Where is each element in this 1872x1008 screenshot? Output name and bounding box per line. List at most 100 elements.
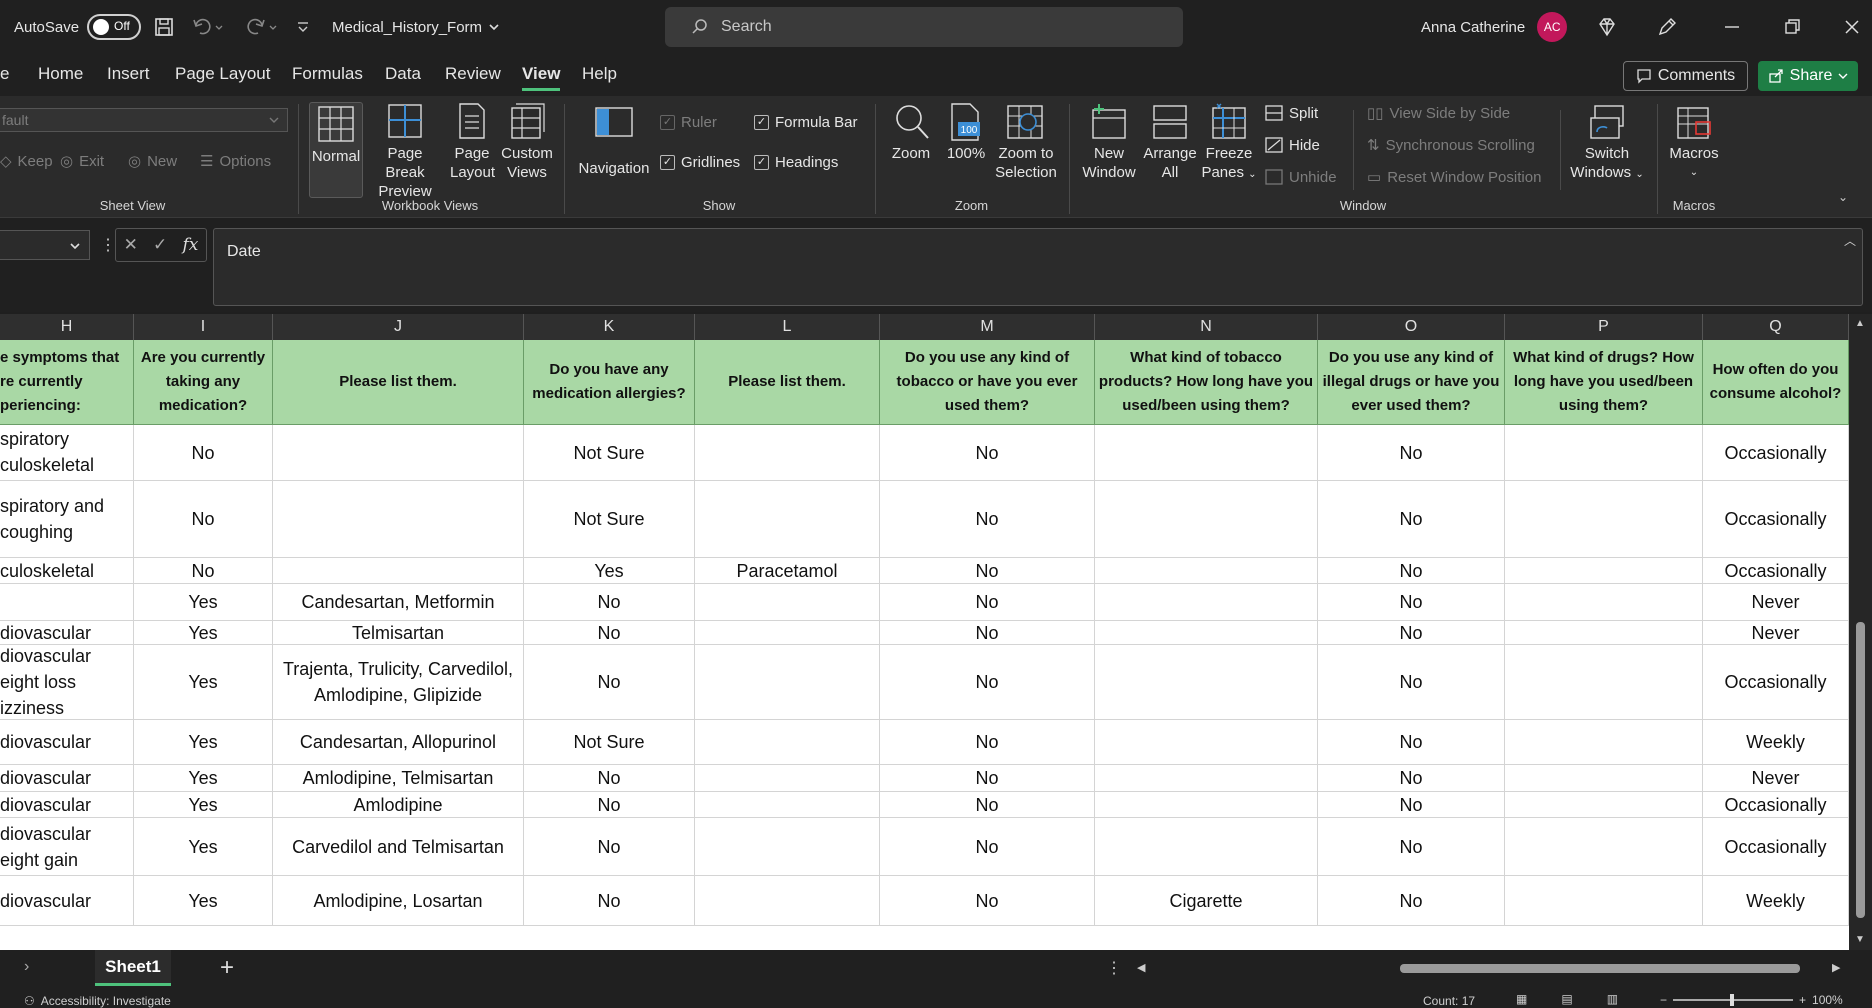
split-button[interactable]: Split [1265, 104, 1318, 122]
table-cell[interactable]: No [1318, 645, 1505, 720]
table-cell[interactable]: Weekly [1703, 876, 1849, 926]
table-cell[interactable]: No [880, 720, 1095, 765]
table-cell[interactable]: Occasionally [1703, 425, 1849, 481]
table-cell[interactable]: No [1318, 584, 1505, 621]
table-cell[interactable]: Weekly [1703, 720, 1849, 765]
exit-button[interactable]: ◎ Exit [60, 152, 104, 171]
customize-toolbar-icon[interactable] [296, 17, 310, 37]
table-cell[interactable]: Occasionally [1703, 645, 1849, 720]
comments-button[interactable]: Comments [1623, 61, 1748, 91]
table-cell[interactable] [1505, 792, 1703, 818]
file-name-dropdown[interactable]: Medical_History_Form [332, 0, 500, 54]
tab-data[interactable]: Data [385, 64, 421, 84]
table-cell[interactable]: Not Sure [524, 481, 695, 558]
tab-file[interactable]: e [0, 64, 9, 84]
scroll-left-icon[interactable]: ◀ [1137, 961, 1145, 974]
tab-view[interactable]: View [522, 64, 561, 91]
close-icon[interactable] [1842, 17, 1862, 37]
table-cell[interactable] [695, 792, 880, 818]
table-cell[interactable]: Yes [134, 792, 273, 818]
view-side-by-side-button[interactable]: ▯▯ View Side by Side [1367, 104, 1510, 123]
sheet-tab-sheet1[interactable]: Sheet1 [95, 950, 171, 986]
horizontal-scrollbar[interactable]: ◀ ▶ [1135, 958, 1845, 980]
table-cell[interactable]: Amlodipine, Telmisartan [273, 765, 524, 792]
table-cell[interactable]: diovascular [0, 621, 134, 645]
navigation-button[interactable]: Navigation [574, 102, 654, 178]
column-header-l[interactable]: L [695, 314, 880, 340]
more-icon[interactable]: ⋮ [1106, 958, 1122, 978]
table-cell[interactable]: No [524, 645, 695, 720]
options-button[interactable]: ☰ Options [200, 152, 271, 171]
table-cell[interactable]: No [134, 558, 273, 584]
table-cell[interactable]: No [880, 621, 1095, 645]
share-button[interactable]: Share [1758, 61, 1858, 91]
zoom-button[interactable]: Zoom [884, 102, 938, 163]
header-cell[interactable]: How often do you consume alcohol? [1703, 340, 1849, 425]
page-break-preview-button[interactable]: Page Break Preview [366, 102, 444, 201]
save-icon[interactable] [154, 17, 174, 37]
table-cell[interactable] [273, 425, 524, 481]
table-cell[interactable]: No [880, 876, 1095, 926]
column-header-n[interactable]: N [1095, 314, 1318, 340]
table-cell[interactable] [695, 720, 880, 765]
table-cell[interactable]: No [524, 621, 695, 645]
macros-button[interactable]: Macros ⌄ [1666, 102, 1722, 182]
table-cell[interactable]: Never [1703, 621, 1849, 645]
vertical-scroll-thumb[interactable] [1856, 622, 1865, 918]
collapse-ribbon-icon[interactable]: ⌄ [1838, 190, 1848, 204]
diamond-icon[interactable] [1596, 16, 1618, 38]
horizontal-scroll-thumb[interactable] [1400, 964, 1800, 973]
table-cell[interactable]: Candesartan, Metformin [273, 584, 524, 621]
table-cell[interactable] [1095, 425, 1318, 481]
table-cell[interactable]: Never [1703, 584, 1849, 621]
table-cell[interactable] [0, 584, 134, 621]
table-cell[interactable]: No [880, 481, 1095, 558]
table-cell[interactable]: Trajenta, Trulicity, Carvedilol, Amlodip… [273, 645, 524, 720]
enter-icon[interactable]: ✓ [153, 235, 167, 255]
unhide-button[interactable]: Unhide [1265, 168, 1337, 186]
table-cell[interactable]: Yes [134, 645, 273, 720]
zoom-to-selection-button[interactable]: Zoom to Selection [990, 102, 1062, 182]
autosave-toggle[interactable]: Off [87, 14, 142, 40]
table-cell[interactable]: Paracetamol [695, 558, 880, 584]
table-cell[interactable] [695, 584, 880, 621]
normal-view-button[interactable]: Normal [309, 102, 363, 198]
table-cell[interactable] [1095, 720, 1318, 765]
zoom-out-icon[interactable]: − [1660, 993, 1667, 1007]
table-cell[interactable]: Yes [524, 558, 695, 584]
table-cell[interactable]: Occasionally [1703, 792, 1849, 818]
page-layout-button[interactable]: Page Layout [450, 102, 495, 182]
table-cell[interactable]: nest pain spiratory culoskeletal [0, 425, 134, 481]
table-cell[interactable] [1505, 558, 1703, 584]
formula-bar-checkbox[interactable]: ✓ Formula Bar [754, 114, 858, 131]
column-header-j[interactable]: J [273, 314, 524, 340]
table-cell[interactable] [273, 481, 524, 558]
reset-window-position-button[interactable]: ▭ Reset Window Position [1367, 168, 1541, 187]
more-icon[interactable]: ⋮ [100, 235, 116, 255]
table-cell[interactable] [695, 645, 880, 720]
minimize-icon[interactable] [1722, 17, 1742, 37]
table-cell[interactable] [695, 425, 880, 481]
zoom-slider[interactable] [1673, 994, 1794, 1006]
table-cell[interactable]: No [1318, 765, 1505, 792]
scroll-down-icon[interactable]: ▼ [1855, 934, 1865, 945]
table-cell[interactable] [1095, 558, 1318, 584]
table-cell[interactable] [1505, 584, 1703, 621]
table-cell[interactable] [1505, 621, 1703, 645]
table-cell[interactable]: Yes [134, 720, 273, 765]
collapse-formula-bar-icon[interactable]: ︿ [1844, 232, 1856, 249]
column-header-i[interactable]: I [134, 314, 273, 340]
table-cell[interactable]: diovascular eight gain [0, 818, 134, 876]
table-cell[interactable]: Never [1703, 765, 1849, 792]
table-cell[interactable]: No [1318, 720, 1505, 765]
table-cell[interactable]: No [1318, 481, 1505, 558]
spreadsheet-grid[interactable]: HIJKLMNOPQe symptoms that re currently p… [0, 314, 1872, 950]
table-cell[interactable]: diovascular eight loss izziness [0, 645, 134, 720]
tab-formulas[interactable]: Formulas [292, 64, 363, 84]
table-cell[interactable]: Not Sure [524, 720, 695, 765]
table-cell[interactable]: Yes [134, 765, 273, 792]
page-layout-icon[interactable]: ▤ [1561, 992, 1572, 1006]
freeze-panes-button[interactable]: Freeze Panes ⌄ [1200, 102, 1258, 184]
table-cell[interactable]: diovascular [0, 765, 134, 792]
custom-views-button[interactable]: Custom Views [500, 102, 554, 182]
